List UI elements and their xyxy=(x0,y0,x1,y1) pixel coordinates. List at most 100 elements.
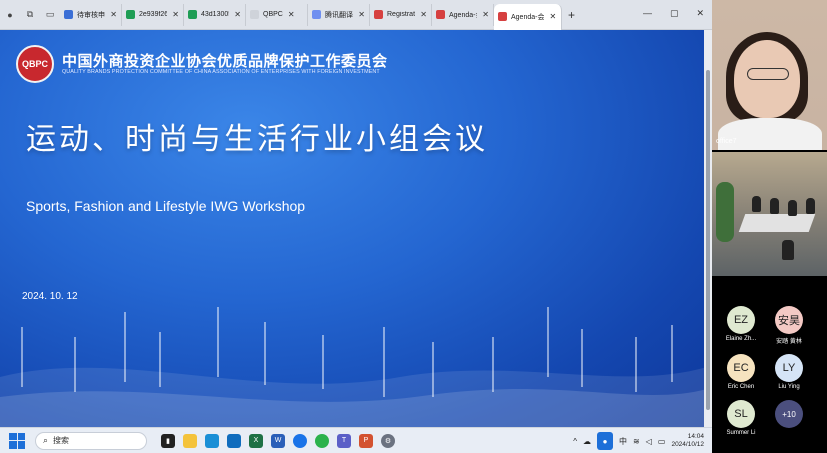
slide-title-en: Sports, Fashion and Lifestyle IWG Worksh… xyxy=(26,198,306,214)
participant-name: Summer Li xyxy=(726,430,756,436)
presentation-slide: QBPC 中国外商投资企业协会优质品牌保护工作委员会 QUALITY BRAND… xyxy=(0,30,707,427)
tab-close-icon[interactable]: ✕ xyxy=(110,10,117,19)
speaker-name: office7 xyxy=(716,138,737,145)
browser-tab[interactable]: Agenda-会 ✕ xyxy=(432,3,494,26)
tab-favicon-icon xyxy=(64,10,73,19)
volume-icon[interactable]: ◁ xyxy=(646,437,652,446)
tray-chevron-icon[interactable]: ^ xyxy=(573,437,577,446)
settings-gear-icon[interactable]: ⚙ xyxy=(381,433,395,448)
participant-tile[interactable]: 安昊 安踏 黄林 xyxy=(766,306,812,345)
tab-actions-icon[interactable]: ▭ xyxy=(43,8,57,22)
tab-favicon-icon xyxy=(250,10,259,19)
participant-avatar: 安昊 xyxy=(775,306,803,334)
page-scrollbar[interactable] xyxy=(704,30,712,427)
task-view-icon[interactable]: ▮ xyxy=(161,433,175,448)
tab-close-icon[interactable]: ✕ xyxy=(172,10,179,19)
windows-start-icon[interactable] xyxy=(9,432,25,449)
tab-close-icon[interactable]: ✕ xyxy=(420,10,427,19)
decorative-wave xyxy=(0,307,707,427)
browser-tab[interactable]: 腾讯翻译君 ✕ xyxy=(308,3,370,26)
organization-name-en: QUALITY BRANDS PROTECTION COMMITTEE OF C… xyxy=(62,69,380,75)
maximize-icon[interactable]: ▢ xyxy=(670,8,679,19)
windows-taskbar: ⌕ 搜索 ▮ X W T P ⚙ ^ ☁ ● 中 ≋ ◁ ▭ 14:04 202… xyxy=(0,427,712,453)
browser-tab[interactable]: 待审核申请 ✕ xyxy=(60,3,122,26)
browser-tab[interactable]: 2e939f26 ✕ xyxy=(122,3,184,26)
tab-close-icon[interactable]: ✕ xyxy=(549,12,556,21)
slide-date: 2024. 10. 12 xyxy=(22,291,78,302)
organization-name-cn: 中国外商投资企业协会优质品牌保护工作委员会 xyxy=(62,53,388,70)
taskbar-search-box[interactable]: ⌕ 搜索 xyxy=(35,431,147,450)
tab-label: Agenda-会 xyxy=(511,13,545,21)
powerpoint-icon[interactable]: P xyxy=(359,433,373,448)
minimize-icon[interactable]: — xyxy=(643,8,652,19)
edge-browser-icon[interactable] xyxy=(205,433,219,448)
participant-avatar: LY xyxy=(775,354,803,382)
tab-label: 腾讯翻译君 xyxy=(325,11,353,19)
tab-favicon-icon xyxy=(498,12,507,21)
tab-favicon-icon xyxy=(436,10,445,19)
search-icon: ⌕ xyxy=(43,435,49,445)
tab-favicon-icon xyxy=(374,10,383,19)
participant-tile[interactable]: EC Eric Chen xyxy=(718,354,764,390)
participant-name: Liu Ying xyxy=(778,384,800,390)
window-controls: — ▢ ✕ xyxy=(643,8,704,19)
microphone-icon[interactable]: ● xyxy=(597,432,614,450)
participant-name: Eric Chen xyxy=(727,384,755,390)
outlook-icon[interactable] xyxy=(227,433,241,448)
tab-close-icon[interactable]: ✕ xyxy=(234,10,241,19)
tab-label: Registratio xyxy=(387,11,416,18)
browser-tab[interactable]: 43d13005 ✕ xyxy=(184,3,246,26)
participant-avatar: EZ xyxy=(727,306,755,334)
tab-close-icon[interactable]: ✕ xyxy=(288,10,295,19)
tab-label: Agenda-会 xyxy=(449,11,477,19)
tab-label: QBPC xyxy=(263,11,283,18)
browser-tab-bar: ● ⧉ ▭ 待审核申请✕2e939f26✕43d13005✕QBPC✕腾讯翻译君… xyxy=(0,0,712,30)
slide-title-cn: 运动、时尚与生活行业小组会议 xyxy=(26,123,488,156)
workspaces-icon[interactable]: ⧉ xyxy=(23,8,37,22)
close-window-icon[interactable]: ✕ xyxy=(696,8,704,19)
battery-icon[interactable]: ▭ xyxy=(658,437,666,446)
speaker-video[interactable]: office7 xyxy=(712,0,827,150)
participant-name: Elaine Zh... xyxy=(725,336,757,342)
excel-icon[interactable]: X xyxy=(249,433,263,448)
teams-icon[interactable]: T xyxy=(337,433,351,448)
participant-avatar: EC xyxy=(727,354,755,382)
browser-tab[interactable]: QBPC ✕ xyxy=(246,3,308,26)
meeting-video-panel: office7 EZ Elaine Zh... 安昊安踏 黄林 EC Eric Chen… xyxy=(712,0,827,453)
tab-favicon-icon xyxy=(126,10,135,19)
file-explorer-icon[interactable] xyxy=(183,433,197,448)
taskbar-clock[interactable]: 14:04 2024/10/12 xyxy=(671,433,704,449)
qbpc-logo: QBPC xyxy=(16,45,54,83)
participant-name: 安踏 黄林 xyxy=(776,339,802,345)
participant-avatar: SL xyxy=(727,400,755,428)
wechat-icon[interactable] xyxy=(315,433,329,448)
participant-tile[interactable]: +10 xyxy=(766,400,812,430)
wifi-icon[interactable]: ≋ xyxy=(633,437,640,446)
meeting-room-video[interactable] xyxy=(712,152,827,276)
word-icon[interactable]: W xyxy=(271,433,285,448)
new-tab-button[interactable]: + xyxy=(568,8,575,22)
clock-time: 14:04 xyxy=(687,433,704,440)
tab-close-icon[interactable]: ✕ xyxy=(482,10,489,19)
participant-tile[interactable]: LY Liu Ying xyxy=(766,354,812,390)
tab-label: 2e939f26 xyxy=(139,11,168,18)
tab-label: 待审核申请 xyxy=(77,11,105,19)
tab-favicon-icon xyxy=(312,10,321,19)
system-tray: ^ ☁ ● 中 ≋ ◁ ▭ 14:04 2024/10/12 xyxy=(573,432,704,450)
search-placeholder: 搜索 xyxy=(53,436,70,445)
tab-label: 43d13005 xyxy=(201,11,230,18)
browser-tab[interactable]: Registratio ✕ xyxy=(370,3,432,26)
pinned-apps: ▮ X W T P ⚙ xyxy=(161,433,395,448)
tab-favicon-icon xyxy=(188,10,197,19)
zoom-icon[interactable] xyxy=(293,433,307,448)
clock-date: 2024/10/12 xyxy=(671,441,704,448)
participant-avatar: +10 xyxy=(775,400,803,428)
profile-icon[interactable]: ● xyxy=(3,8,17,22)
participant-tile[interactable]: EZ Elaine Zh... xyxy=(718,306,764,342)
browser-tab[interactable]: Agenda-会 ✕ xyxy=(494,3,562,30)
desktop-screen: ● ⧉ ▭ 待审核申请✕2e939f26✕43d13005✕QBPC✕腾讯翻译君… xyxy=(0,0,827,453)
tab-close-icon[interactable]: ✕ xyxy=(358,10,365,19)
ime-indicator[interactable]: 中 xyxy=(619,436,627,447)
cloud-icon[interactable]: ☁ xyxy=(583,437,591,446)
participant-tile[interactable]: SL Summer Li xyxy=(718,400,764,436)
